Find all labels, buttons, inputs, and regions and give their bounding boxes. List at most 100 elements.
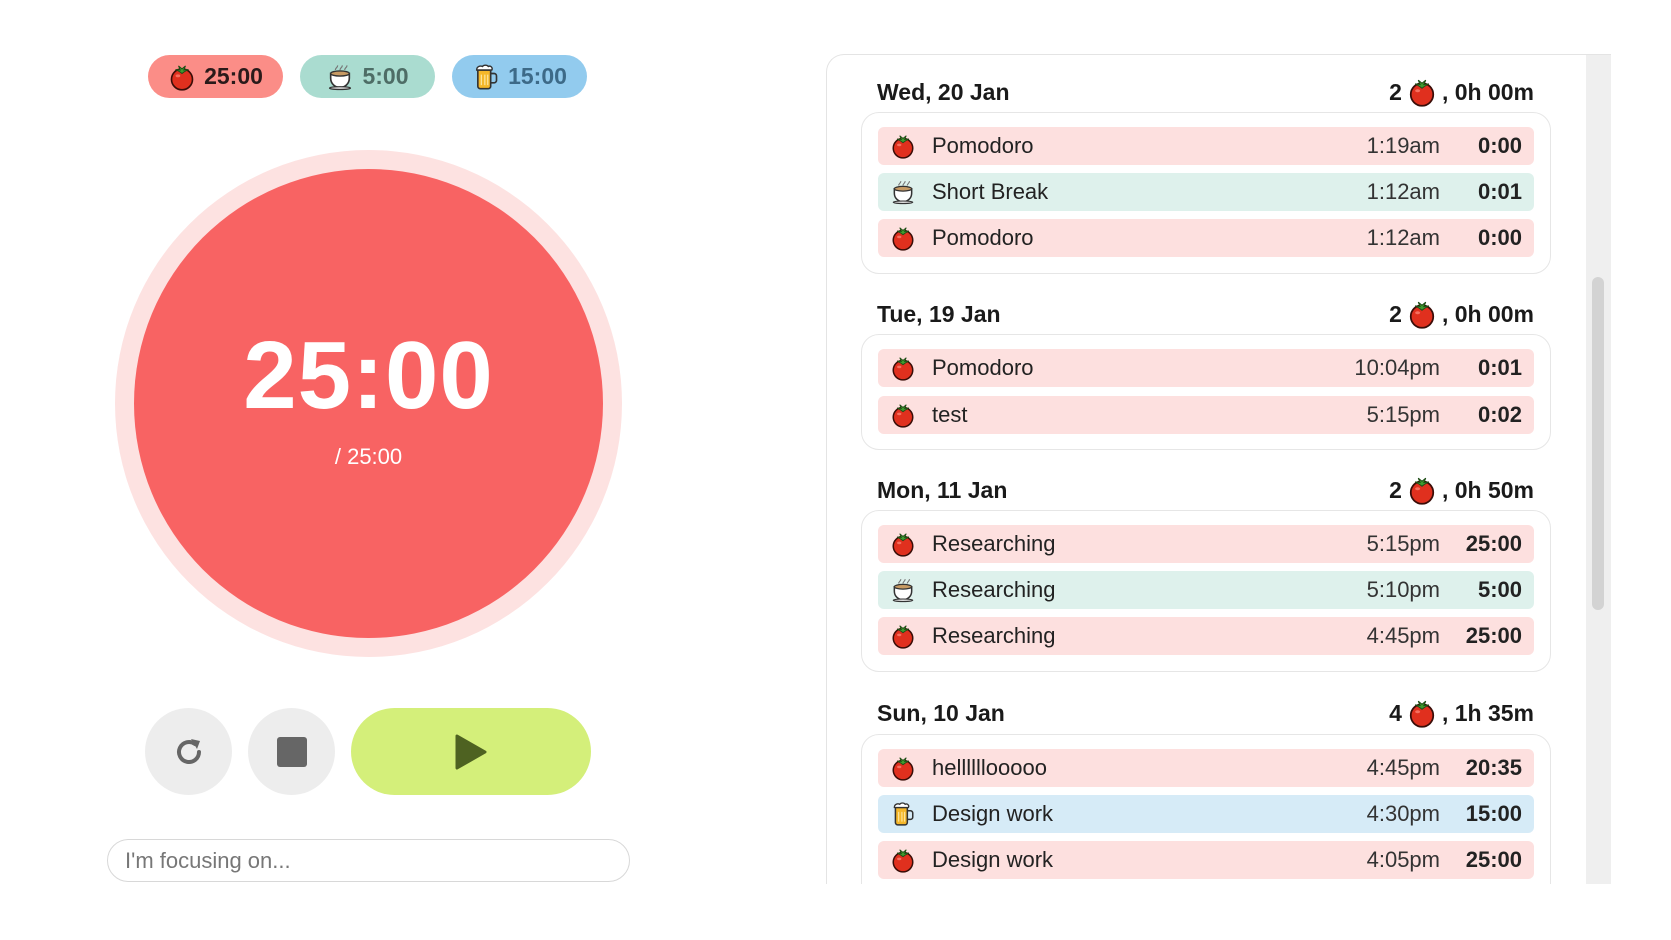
entry-start-time: 1:19am: [1366, 133, 1440, 158]
coffee-cup-icon: [890, 179, 916, 205]
entry-duration: 25:00: [1465, 847, 1522, 872]
tomato-icon: [1407, 475, 1437, 505]
coffee-cup-icon: [326, 63, 354, 91]
tomato-icon: [890, 225, 916, 251]
day-duration: , 0h 00m: [1441, 300, 1534, 327]
entry-name: Researching: [932, 531, 1056, 556]
entry-start-time: 1:12am: [1366, 179, 1440, 204]
beer-mug-icon: [472, 63, 500, 91]
time-total: / 25:00: [334, 443, 403, 469]
play-icon: [455, 734, 487, 769]
day-card: hellllllooooo 4:45pm 20:35 Design work 4…: [861, 734, 1551, 884]
history-entry[interactable]: test 5:15pm 0:02: [878, 396, 1534, 434]
play-button[interactable]: [351, 708, 591, 795]
entry-start-time: 1:12am: [1366, 225, 1440, 250]
day-count: 4: [1389, 699, 1402, 726]
entry-start-time: 4:45pm: [1366, 755, 1440, 780]
history-entry[interactable]: Pomodoro 1:12am 0:00: [878, 219, 1534, 257]
history-entry[interactable]: Pomodoro 1:19am 0:00: [878, 127, 1534, 165]
tomato-icon: [890, 847, 916, 873]
entry-name: Researching: [932, 577, 1056, 602]
preset-pomodoro-label: 25:00: [204, 63, 263, 89]
entry-name: Short Break: [932, 179, 1049, 204]
tomato-icon: [890, 623, 916, 649]
history-panel[interactable]: Wed, 20 Jan 2 , 0h 00m Pomodoro 1:19am 0…: [826, 54, 1611, 884]
day-duration: , 1h 35m: [1441, 699, 1534, 726]
preset-long-break-button[interactable]: 15:00: [452, 55, 587, 98]
tomato-icon: [1407, 698, 1437, 728]
entry-name: Pomodoro: [932, 355, 1034, 380]
entry-name: test: [932, 402, 968, 427]
entry-name: Design work: [932, 801, 1054, 826]
day-header: Mon, 11 Jan 2 , 0h 50m: [877, 475, 1534, 505]
entry-start-time: 10:04pm: [1354, 355, 1440, 380]
day-count: 2: [1389, 300, 1402, 327]
day-summary: 4 , 1h 35m: [1389, 698, 1534, 728]
tomato-icon: [1407, 299, 1437, 329]
tomato-icon: [890, 133, 916, 159]
tomato-icon: [1407, 77, 1437, 107]
timer-controls: [145, 708, 591, 795]
stop-button[interactable]: [248, 708, 335, 795]
preset-short-break-label: 5:00: [362, 63, 409, 89]
entry-duration: 0:00: [1477, 225, 1522, 250]
day-header: Wed, 20 Jan 2 , 0h 00m: [877, 77, 1534, 107]
tomato-icon: [890, 755, 916, 781]
entry-duration: 0:01: [1477, 179, 1522, 204]
restart-button[interactable]: [145, 708, 232, 795]
history-entry[interactable]: Pomodoro 10:04pm 0:01: [878, 349, 1534, 387]
entry-start-time: 5:10pm: [1366, 577, 1440, 602]
tomato-icon: [890, 402, 916, 428]
history-entry[interactable]: Researching 4:45pm 25:00: [878, 617, 1534, 655]
day-date: Wed, 20 Jan: [877, 78, 1010, 105]
history-entry[interactable]: Design work 4:30pm 15:00: [878, 795, 1534, 833]
entry-duration: 0:00: [1477, 133, 1522, 158]
scrollbar-thumb[interactable]: [1592, 277, 1604, 610]
day-header: Tue, 19 Jan 2 , 0h 00m: [877, 299, 1534, 329]
entry-duration: 0:01: [1477, 355, 1522, 380]
history-entry[interactable]: Researching 5:10pm 5:00: [878, 571, 1534, 609]
day-date: Mon, 11 Jan: [877, 476, 1008, 503]
tomato-icon: [168, 63, 196, 91]
entry-start-time: 5:15pm: [1366, 531, 1440, 556]
entry-duration: 15:00: [1465, 801, 1522, 826]
entry-start-time: 5:15pm: [1366, 402, 1440, 427]
history-entry[interactable]: hellllllooooo 4:45pm 20:35: [878, 749, 1534, 787]
coffee-cup-icon: [890, 577, 916, 603]
entry-name: Pomodoro: [932, 225, 1034, 250]
day-header: Sun, 10 Jan 4 , 1h 35m: [877, 698, 1534, 728]
entry-duration: 25:00: [1465, 623, 1522, 648]
day-summary: 2 , 0h 50m: [1389, 475, 1534, 505]
entry-duration: 0:02: [1477, 402, 1522, 427]
day-date: Sun, 10 Jan: [877, 699, 1005, 726]
day-date: Tue, 19 Jan: [877, 300, 1001, 327]
day-card: Researching 5:15pm 25:00 Researching 5:1…: [861, 510, 1551, 672]
beer-mug-icon: [890, 801, 916, 827]
day-count: 2: [1389, 476, 1402, 503]
history-entry[interactable]: Design work 4:05pm 25:00: [878, 841, 1534, 879]
history-entry[interactable]: Researching 5:15pm 25:00: [878, 525, 1534, 563]
day-count: 2: [1389, 78, 1402, 105]
entry-duration: 25:00: [1465, 531, 1522, 556]
restart-icon: [176, 738, 201, 764]
entry-name: Design work: [932, 847, 1054, 872]
preset-pomodoro-button[interactable]: 25:00: [148, 55, 283, 98]
preset-short-break-button[interactable]: 5:00: [300, 55, 435, 98]
day-summary: 2 , 0h 00m: [1389, 77, 1534, 107]
tomato-icon: [890, 355, 916, 381]
day-duration: , 0h 50m: [1441, 476, 1534, 503]
time-remaining: 25:00: [243, 321, 494, 429]
entry-start-time: 4:45pm: [1366, 623, 1440, 648]
entry-name: Researching: [932, 623, 1056, 648]
entry-name: Pomodoro: [932, 133, 1034, 158]
history-scrollbar[interactable]: [1586, 55, 1611, 884]
entry-name: hellllllooooo: [932, 755, 1047, 780]
history-entry[interactable]: Short Break 1:12am 0:01: [878, 173, 1534, 211]
entry-start-time: 4:30pm: [1366, 801, 1440, 826]
day-duration: , 0h 00m: [1441, 78, 1534, 105]
timer-dial: 25:00 / 25:00: [134, 169, 603, 638]
focus-input[interactable]: [107, 839, 630, 882]
entry-duration: 20:35: [1465, 755, 1522, 780]
stop-icon: [276, 736, 307, 767]
entry-start-time: 4:05pm: [1366, 847, 1440, 872]
